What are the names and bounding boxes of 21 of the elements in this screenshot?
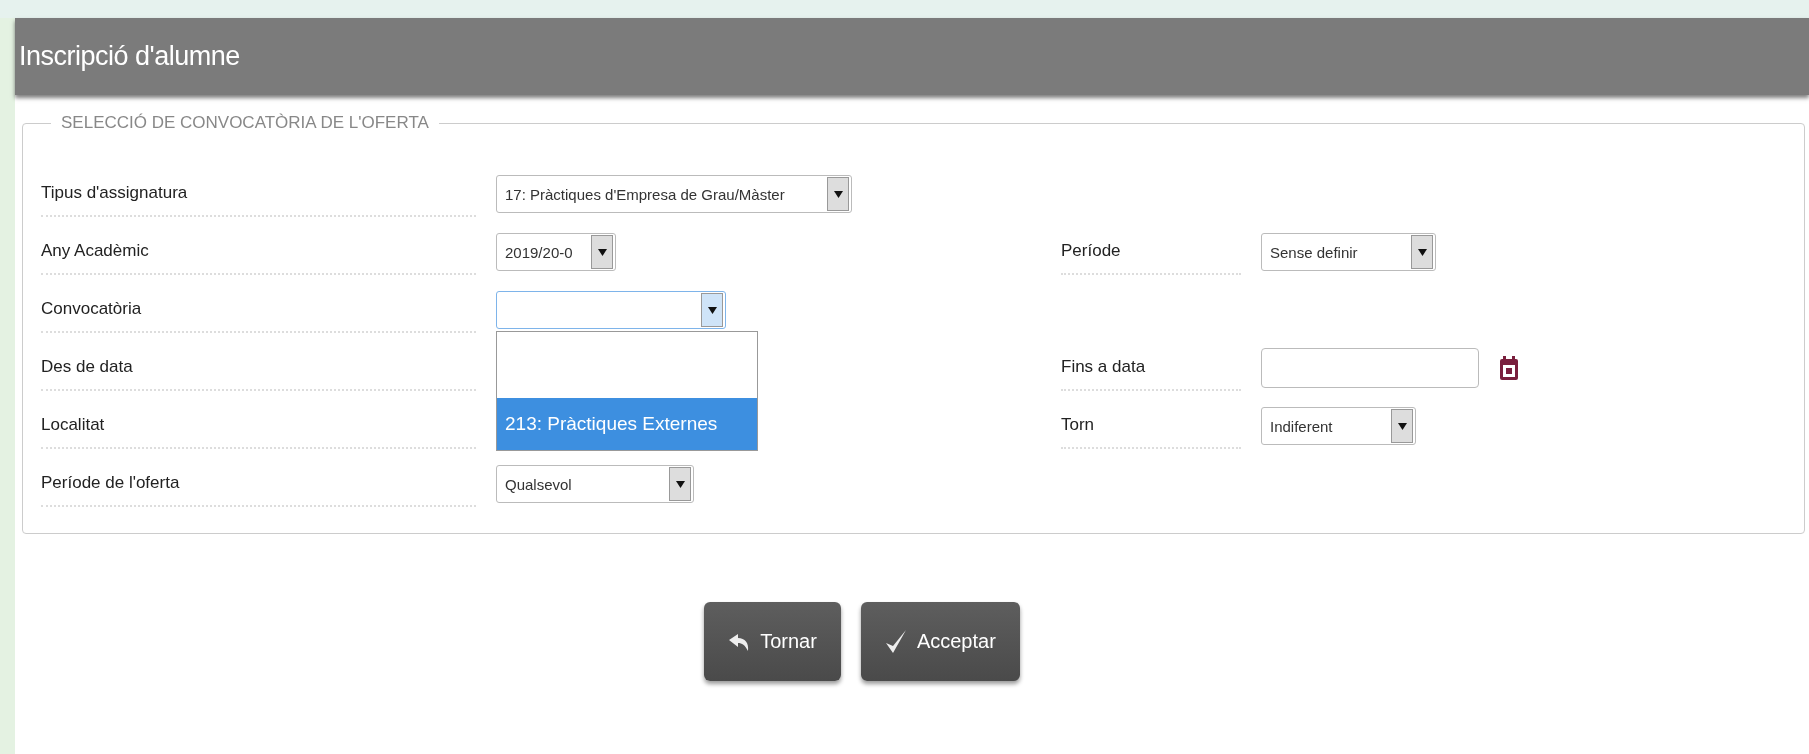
field-label: Tipus d'assignatura (41, 171, 476, 217)
field-label: Fins a data (1061, 345, 1241, 391)
section-legend: SELECCIÓ DE CONVOCATÒRIA DE L'OFERTA (51, 113, 439, 133)
date-input-field[interactable] (1261, 348, 1479, 388)
field-label: Període de l'oferta (41, 461, 476, 507)
field-label: Localitat (41, 403, 476, 449)
field-label: Convocatòria (41, 287, 476, 333)
return-arrow-icon (728, 631, 751, 652)
field-label: Torn (1061, 403, 1241, 449)
accept-button[interactable]: Acceptar (860, 602, 1020, 681)
field-label: Des de data (41, 345, 476, 391)
field-label: Període (1061, 229, 1241, 275)
dropdown-select[interactable]: 2019/20-0 (496, 233, 616, 271)
dropdown-select[interactable]: Indiferent (1261, 407, 1416, 445)
page-title: Inscripció d'alumne (19, 41, 240, 72)
calendar-icon[interactable] (1499, 355, 1519, 381)
dropdown-select[interactable]: Sense definir (1261, 233, 1436, 271)
dropdown-select[interactable]: Qualsevol (496, 465, 694, 503)
field-label: Any Acadèmic (41, 229, 476, 275)
dropdown-select[interactable]: 17: Pràctiques d'Empresa de Grau/Màster (496, 175, 852, 213)
back-button[interactable]: Tornar (704, 602, 841, 681)
